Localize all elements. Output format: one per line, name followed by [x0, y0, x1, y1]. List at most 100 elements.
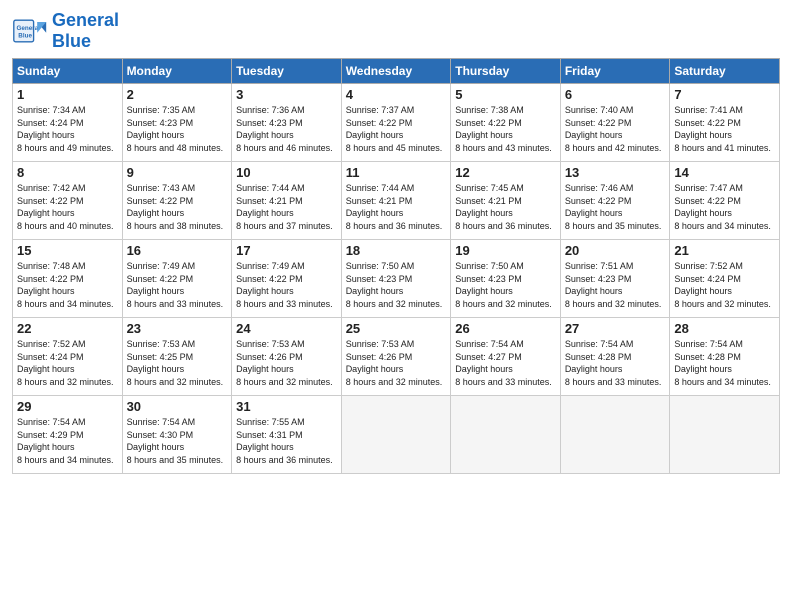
calendar-cell: 31Sunrise: 7:55 AMSunset: 4:31 PMDayligh…	[232, 396, 342, 474]
calendar-cell: 14 Sunrise: 7:47 AMSunset: 4:22 PMDayligh…	[670, 162, 780, 240]
svg-text:Blue: Blue	[18, 32, 32, 39]
day-info: Sunrise: 7:47 AMSunset: 4:22 PMDaylight …	[674, 182, 775, 232]
calendar-table: SundayMondayTuesdayWednesdayThursdayFrid…	[12, 58, 780, 474]
day-number: 7	[674, 87, 775, 102]
day-number: 28	[674, 321, 775, 336]
day-info: Sunrise: 7:53 AMSunset: 4:26 PMDaylight …	[236, 338, 337, 388]
day-info: Sunrise: 7:48 AMSunset: 4:22 PMDaylight …	[17, 260, 118, 310]
calendar-week-row: 1 Sunrise: 7:34 AMSunset: 4:24 PMDaylight…	[13, 84, 780, 162]
calendar-cell: 17 Sunrise: 7:49 AMSunset: 4:22 PMDayligh…	[232, 240, 342, 318]
day-info: Sunrise: 7:41 AMSunset: 4:22 PMDaylight …	[674, 104, 775, 154]
calendar-cell: 18Sunrise: 7:50 AMSunset: 4:23 PMDayligh…	[341, 240, 451, 318]
day-number: 16	[127, 243, 228, 258]
calendar-cell: 13Sunrise: 7:46 AMSunset: 4:22 PMDayligh…	[560, 162, 670, 240]
calendar-cell: 22 Sunrise: 7:52 AMSunset: 4:24 PMDayligh…	[13, 318, 123, 396]
day-number: 10	[236, 165, 337, 180]
day-number: 17	[236, 243, 337, 258]
day-info: Sunrise: 7:54 AMSunset: 4:30 PMDaylight …	[127, 416, 228, 466]
calendar-week-row: 22 Sunrise: 7:52 AMSunset: 4:24 PMDayligh…	[13, 318, 780, 396]
day-info: Sunrise: 7:49 AMSunset: 4:22 PMDaylight …	[236, 260, 337, 310]
calendar-cell: 12Sunrise: 7:45 AMSunset: 4:21 PMDayligh…	[451, 162, 561, 240]
calendar-cell: 10 Sunrise: 7:44 AMSunset: 4:21 PMDayligh…	[232, 162, 342, 240]
calendar-cell: 2Sunrise: 7:35 AMSunset: 4:23 PMDaylight…	[122, 84, 232, 162]
calendar-cell: 24 Sunrise: 7:53 AMSunset: 4:26 PMDayligh…	[232, 318, 342, 396]
day-info: Sunrise: 7:45 AMSunset: 4:21 PMDaylight …	[455, 182, 556, 232]
day-number: 2	[127, 87, 228, 102]
day-info: Sunrise: 7:54 AMSunset: 4:28 PMDaylight …	[565, 338, 666, 388]
logo-icon: General Blue	[12, 13, 48, 49]
day-info: Sunrise: 7:52 AMSunset: 4:24 PMDaylight …	[17, 338, 118, 388]
day-info: Sunrise: 7:54 AMSunset: 4:29 PMDaylight …	[17, 416, 118, 466]
calendar-cell: 30Sunrise: 7:54 AMSunset: 4:30 PMDayligh…	[122, 396, 232, 474]
weekday-header-row: SundayMondayTuesdayWednesdayThursdayFrid…	[13, 59, 780, 84]
calendar-cell: 23 Sunrise: 7:53 AMSunset: 4:25 PMDayligh…	[122, 318, 232, 396]
weekday-header: Sunday	[13, 59, 123, 84]
day-info: Sunrise: 7:51 AMSunset: 4:23 PMDaylight …	[565, 260, 666, 310]
day-number: 14	[674, 165, 775, 180]
calendar-cell: 9 Sunrise: 7:43 AMSunset: 4:22 PMDaylight…	[122, 162, 232, 240]
day-info: Sunrise: 7:42 AMSunset: 4:22 PMDaylight …	[17, 182, 118, 232]
day-info: Sunrise: 7:44 AMSunset: 4:21 PMDaylight …	[236, 182, 337, 232]
day-number: 20	[565, 243, 666, 258]
day-info: Sunrise: 7:44 AMSunset: 4:21 PMDaylight …	[346, 182, 447, 232]
day-info: Sunrise: 7:52 AMSunset: 4:24 PMDaylight …	[674, 260, 775, 310]
day-number: 22	[17, 321, 118, 336]
calendar-cell	[451, 396, 561, 474]
main-container: General Blue General Blue SundayMondayTu…	[0, 0, 792, 482]
weekday-header: Friday	[560, 59, 670, 84]
logo-general: General	[52, 10, 119, 30]
weekday-header: Tuesday	[232, 59, 342, 84]
calendar-cell	[560, 396, 670, 474]
day-number: 19	[455, 243, 556, 258]
calendar-cell: 7 Sunrise: 7:41 AMSunset: 4:22 PMDaylight…	[670, 84, 780, 162]
weekday-header: Wednesday	[341, 59, 451, 84]
calendar-week-row: 8 Sunrise: 7:42 AMSunset: 4:22 PMDaylight…	[13, 162, 780, 240]
day-number: 11	[346, 165, 447, 180]
day-number: 5	[455, 87, 556, 102]
calendar-cell: 11 Sunrise: 7:44 AMSunset: 4:21 PMDayligh…	[341, 162, 451, 240]
calendar-cell: 19 Sunrise: 7:50 AMSunset: 4:23 PMDayligh…	[451, 240, 561, 318]
day-number: 15	[17, 243, 118, 258]
day-info: Sunrise: 7:54 AMSunset: 4:28 PMDaylight …	[674, 338, 775, 388]
day-number: 21	[674, 243, 775, 258]
weekday-header: Saturday	[670, 59, 780, 84]
day-info: Sunrise: 7:38 AMSunset: 4:22 PMDaylight …	[455, 104, 556, 154]
day-info: Sunrise: 7:40 AMSunset: 4:22 PMDaylight …	[565, 104, 666, 154]
day-number: 1	[17, 87, 118, 102]
calendar-cell: 21 Sunrise: 7:52 AMSunset: 4:24 PMDayligh…	[670, 240, 780, 318]
logo-blue: Blue	[52, 31, 91, 51]
svg-text:General: General	[17, 25, 41, 32]
weekday-header: Thursday	[451, 59, 561, 84]
day-info: Sunrise: 7:53 AMSunset: 4:25 PMDaylight …	[127, 338, 228, 388]
day-number: 24	[236, 321, 337, 336]
calendar-week-row: 15 Sunrise: 7:48 AMSunset: 4:22 PMDayligh…	[13, 240, 780, 318]
calendar-cell	[670, 396, 780, 474]
header: General Blue General Blue	[12, 10, 780, 52]
day-number: 25	[346, 321, 447, 336]
day-number: 27	[565, 321, 666, 336]
day-info: Sunrise: 7:54 AMSunset: 4:27 PMDaylight …	[455, 338, 556, 388]
calendar-cell: 25 Sunrise: 7:53 AMSunset: 4:26 PMDayligh…	[341, 318, 451, 396]
day-info: Sunrise: 7:37 AMSunset: 4:22 PMDaylight …	[346, 104, 447, 154]
day-number: 3	[236, 87, 337, 102]
day-info: Sunrise: 7:50 AMSunset: 4:23 PMDaylight …	[455, 260, 556, 310]
weekday-header: Monday	[122, 59, 232, 84]
calendar-cell: 16Sunrise: 7:49 AMSunset: 4:22 PMDayligh…	[122, 240, 232, 318]
day-info: Sunrise: 7:50 AMSunset: 4:23 PMDaylight …	[346, 260, 447, 310]
day-number: 23	[127, 321, 228, 336]
calendar-cell: 3Sunrise: 7:36 AMSunset: 4:23 PMDaylight…	[232, 84, 342, 162]
day-info: Sunrise: 7:34 AMSunset: 4:24 PMDaylight …	[17, 104, 118, 154]
day-number: 29	[17, 399, 118, 414]
day-number: 26	[455, 321, 556, 336]
calendar-cell: 28 Sunrise: 7:54 AMSunset: 4:28 PMDayligh…	[670, 318, 780, 396]
calendar-cell: 26 Sunrise: 7:54 AMSunset: 4:27 PMDayligh…	[451, 318, 561, 396]
day-info: Sunrise: 7:53 AMSunset: 4:26 PMDaylight …	[346, 338, 447, 388]
day-number: 9	[127, 165, 228, 180]
calendar-week-row: 29 Sunrise: 7:54 AMSunset: 4:29 PMDayligh…	[13, 396, 780, 474]
day-info: Sunrise: 7:43 AMSunset: 4:22 PMDaylight …	[127, 182, 228, 232]
day-number: 8	[17, 165, 118, 180]
calendar-cell: 15 Sunrise: 7:48 AMSunset: 4:22 PMDayligh…	[13, 240, 123, 318]
day-number: 13	[565, 165, 666, 180]
calendar-cell: 1 Sunrise: 7:34 AMSunset: 4:24 PMDaylight…	[13, 84, 123, 162]
day-number: 6	[565, 87, 666, 102]
